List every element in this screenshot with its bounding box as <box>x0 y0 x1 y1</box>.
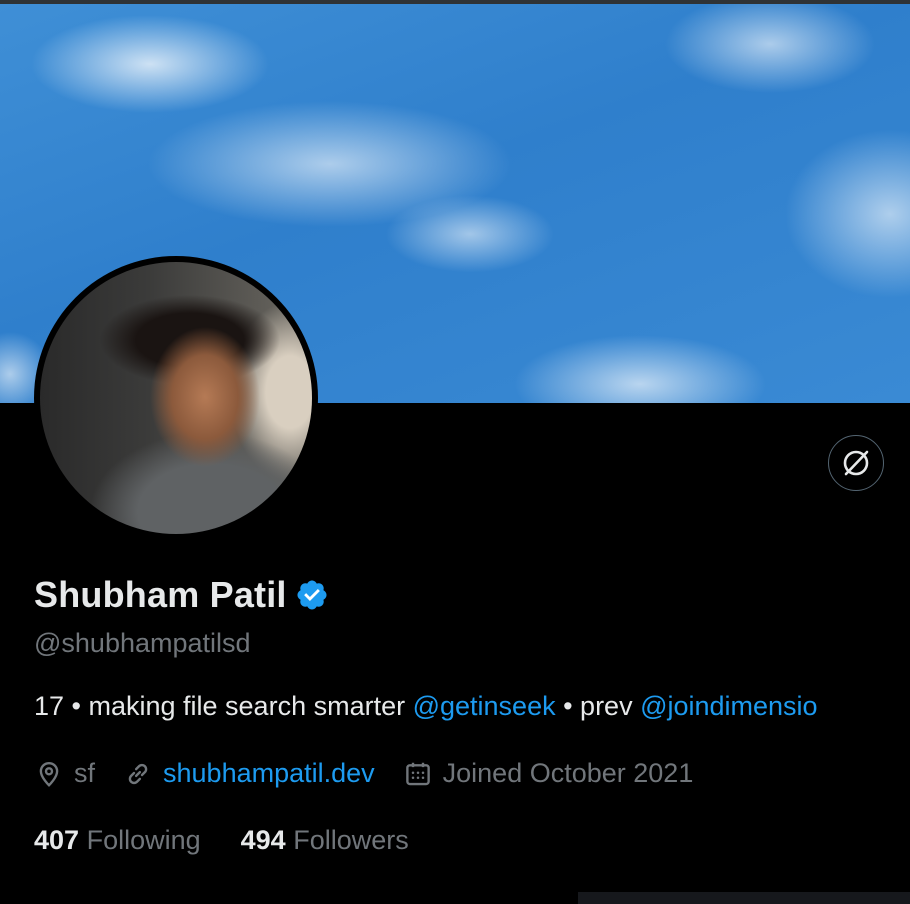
link-icon <box>128 763 148 784</box>
profile-name-row: Shubham Patil <box>34 574 329 616</box>
mention-joindimension[interactable]: @joindimensio <box>640 691 818 721</box>
joined-item: Joined October 2021 <box>403 758 694 789</box>
joined-text: Joined October 2021 <box>442 758 694 788</box>
verified-badge-icon[interactable] <box>295 578 329 612</box>
location-item: sf <box>34 758 95 789</box>
followers-count: 494 <box>240 825 286 855</box>
calendar-icon <box>405 762 430 785</box>
grok-icon <box>843 450 869 476</box>
avatar-photo <box>40 262 312 534</box>
following-count: 407 <box>34 825 80 855</box>
website-item[interactable]: shubhampatil.dev <box>123 758 375 789</box>
bio-text: • prev <box>555 691 641 721</box>
profile-meta: sf shubhampatil.dev Joined October 2021 <box>34 758 721 789</box>
location-text: sf <box>74 758 96 788</box>
website-link[interactable]: shubhampatil.dev <box>163 758 375 789</box>
mention-getinseek[interactable]: @getinseek <box>413 691 556 721</box>
profile-handle: @shubhampatilsd <box>34 628 251 658</box>
following-link[interactable]: 407 Following <box>34 825 201 856</box>
followers-label: Followers <box>293 825 409 855</box>
profile-stats: 407 Following 494 Followers <box>34 825 449 856</box>
following-label: Following <box>86 825 201 855</box>
followers-link[interactable]: 494 Followers <box>241 825 409 856</box>
avatar[interactable] <box>34 256 318 540</box>
profile-bio: 17 • making file search smarter @getinse… <box>34 691 818 722</box>
profile-name: Shubham Patil <box>34 574 287 615</box>
grok-button[interactable] <box>828 435 884 491</box>
bio-text: 17 • making file search smarter <box>34 691 413 721</box>
location-pin-icon <box>39 761 59 787</box>
overlay-edge <box>578 892 910 904</box>
